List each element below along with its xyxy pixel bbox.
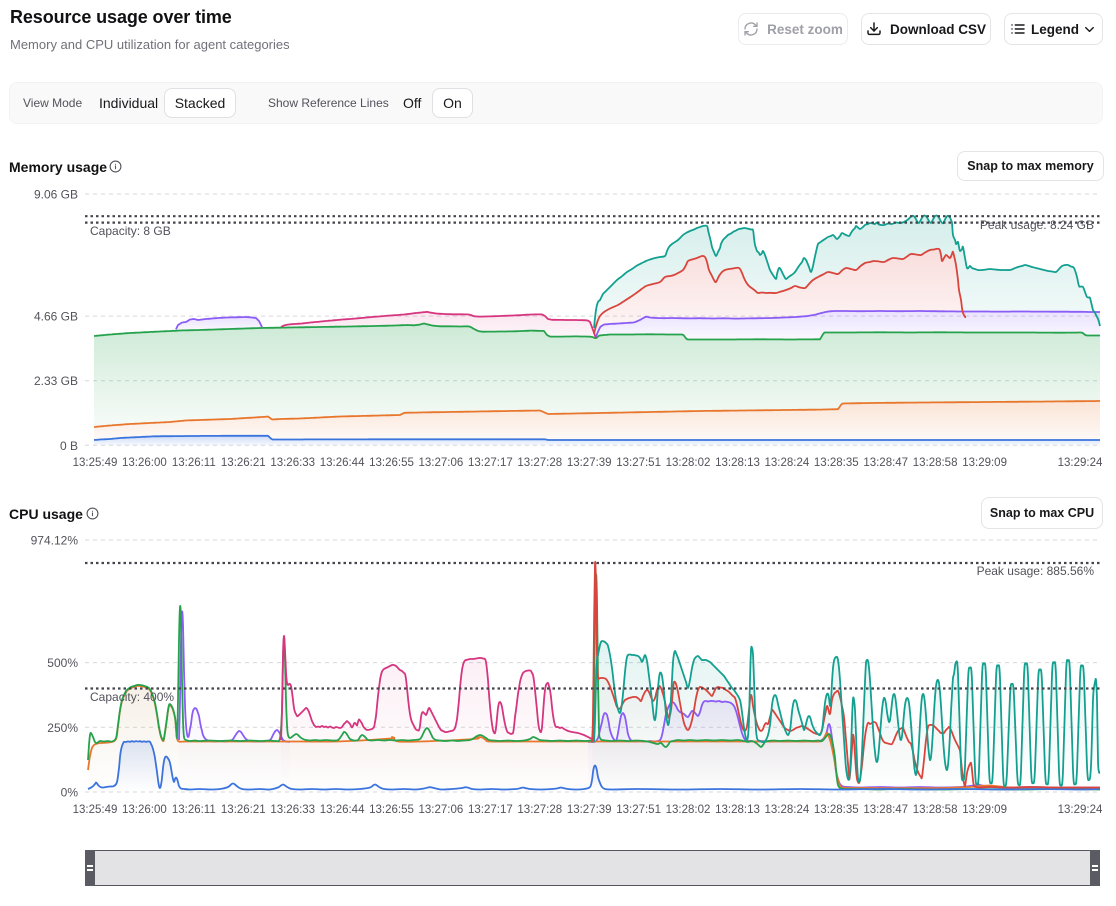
svg-text:Capacity: 8 GB: Capacity: 8 GB xyxy=(90,224,171,238)
svg-text:13:28:35: 13:28:35 xyxy=(814,457,859,469)
svg-text:13:27:06: 13:27:06 xyxy=(419,457,464,469)
svg-text:974.12%: 974.12% xyxy=(31,534,79,548)
svg-text:13:25:49: 13:25:49 xyxy=(73,804,118,816)
svg-text:13:27:17: 13:27:17 xyxy=(468,457,513,469)
svg-text:0%: 0% xyxy=(61,786,79,800)
svg-text:13:26:44: 13:26:44 xyxy=(320,457,365,469)
svg-text:250%: 250% xyxy=(47,721,78,735)
svg-text:13:28:24: 13:28:24 xyxy=(765,457,810,469)
svg-text:13:27:51: 13:27:51 xyxy=(616,457,661,469)
svg-text:13:27:51: 13:27:51 xyxy=(616,804,661,816)
svg-text:13:29:24: 13:29:24 xyxy=(1058,457,1103,469)
svg-text:13:28:02: 13:28:02 xyxy=(666,457,711,469)
svg-text:500%: 500% xyxy=(47,656,78,670)
svg-text:Capacity: 400%: Capacity: 400% xyxy=(90,690,174,704)
svg-text:13:27:17: 13:27:17 xyxy=(468,804,513,816)
svg-text:9.06 GB: 9.06 GB xyxy=(34,188,78,202)
svg-text:13:26:55: 13:26:55 xyxy=(369,457,414,469)
svg-text:13:26:33: 13:26:33 xyxy=(270,457,315,469)
svg-text:13:27:28: 13:27:28 xyxy=(517,457,562,469)
svg-text:13:29:09: 13:29:09 xyxy=(962,457,1007,469)
svg-text:13:28:02: 13:28:02 xyxy=(666,804,711,816)
svg-text:13:26:11: 13:26:11 xyxy=(172,804,216,816)
svg-text:13:28:24: 13:28:24 xyxy=(765,804,810,816)
svg-text:13:26:21: 13:26:21 xyxy=(221,457,266,469)
svg-text:13:27:28: 13:27:28 xyxy=(517,804,562,816)
svg-text:13:26:33: 13:26:33 xyxy=(270,804,315,816)
svg-text:13:26:00: 13:26:00 xyxy=(122,804,167,816)
svg-text:13:26:11: 13:26:11 xyxy=(172,457,216,469)
svg-text:4.66 GB: 4.66 GB xyxy=(34,310,78,324)
svg-text:13:26:44: 13:26:44 xyxy=(320,804,365,816)
svg-text:13:25:49: 13:25:49 xyxy=(73,457,118,469)
svg-text:13:26:55: 13:26:55 xyxy=(369,804,414,816)
svg-text:13:26:21: 13:26:21 xyxy=(221,804,266,816)
svg-text:13:27:39: 13:27:39 xyxy=(567,457,612,469)
svg-text:13:28:58: 13:28:58 xyxy=(913,457,958,469)
svg-text:13:28:35: 13:28:35 xyxy=(814,804,859,816)
svg-text:13:26:00: 13:26:00 xyxy=(122,457,167,469)
svg-text:13:28:47: 13:28:47 xyxy=(863,804,908,816)
svg-text:Peak usage: 8.24 GB: Peak usage: 8.24 GB xyxy=(980,218,1094,232)
svg-text:13:29:24: 13:29:24 xyxy=(1058,804,1103,816)
svg-text:13:29:09: 13:29:09 xyxy=(962,804,1007,816)
svg-text:13:28:58: 13:28:58 xyxy=(913,804,958,816)
svg-text:2.33 GB: 2.33 GB xyxy=(34,374,78,388)
svg-text:13:27:39: 13:27:39 xyxy=(567,804,612,816)
svg-text:Peak usage: 885.56%: Peak usage: 885.56% xyxy=(977,564,1095,578)
svg-text:0 B: 0 B xyxy=(60,439,78,453)
svg-text:13:27:06: 13:27:06 xyxy=(419,804,464,816)
svg-text:13:28:13: 13:28:13 xyxy=(715,457,760,469)
svg-text:13:28:47: 13:28:47 xyxy=(863,457,908,469)
svg-text:13:28:13: 13:28:13 xyxy=(715,804,760,816)
